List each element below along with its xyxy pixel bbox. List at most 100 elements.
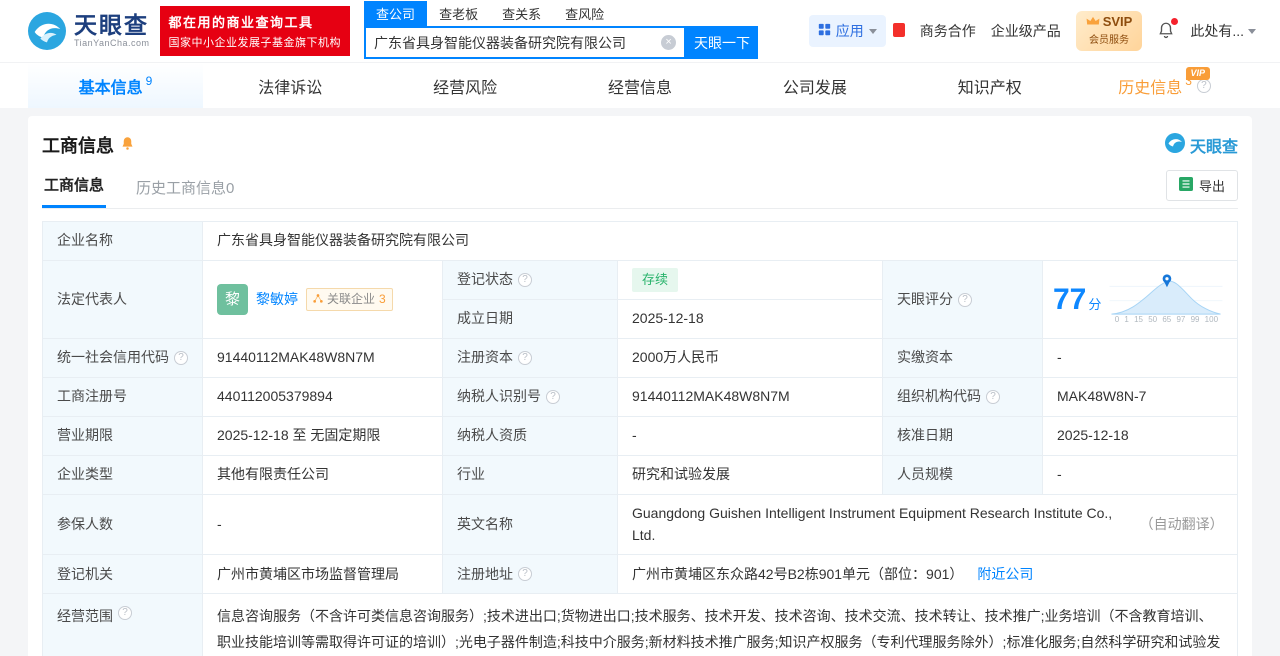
table-row: 工商注册号 440112005379894 纳税人识别号 91440112MAK…	[43, 378, 1237, 417]
tab-history-registration[interactable]: 历史工商信息0	[134, 169, 236, 208]
watermark-brand-name: 天眼查	[1189, 139, 1238, 156]
field-label-text: 经营范围	[57, 608, 113, 625]
user-name: 此处有...	[1190, 23, 1244, 39]
score-number: 77	[1053, 282, 1087, 316]
help-icon[interactable]	[518, 567, 532, 582]
tab-current-registration[interactable]: 工商信息	[42, 166, 107, 208]
help-icon[interactable]	[546, 390, 560, 404]
related-companies-count: 3	[379, 292, 386, 307]
field-taxpayer-id-value: 91440112MAK48W8N7M	[618, 378, 883, 417]
search-input[interactable]	[374, 34, 656, 51]
enterprise-products-link[interactable]: 企业级产品	[991, 21, 1061, 41]
legal-rep-name-link[interactable]: 黎敏婷	[256, 289, 298, 311]
search-box	[364, 26, 687, 59]
field-company-name-label: 企业名称	[43, 222, 203, 261]
nearby-companies-link[interactable]: 附近公司	[977, 564, 1033, 586]
score-distribution-chart: 0 1 15 50 65 97 99 100	[1107, 272, 1225, 326]
field-credit-code-value: 91440112MAK48W8N7M	[203, 339, 443, 378]
search-tab-relation[interactable]: 查关系	[490, 1, 553, 26]
field-insured-count-value: -	[203, 495, 443, 556]
field-staff-size-value: -	[1043, 456, 1237, 495]
header-right-menu: 应用 商务合作 企业级产品 SVIP 会员服务 此处有...	[808, 11, 1256, 51]
tab-label: 经营信息	[608, 79, 673, 97]
vip-badge: VIP	[1185, 67, 1211, 80]
auto-translate-note: （自动翻译）	[1139, 515, 1224, 532]
table-row: 经营范围 信息咨询服务（不含许可类信息咨询服务）;技术进出口;货物进出口;技术服…	[43, 594, 1237, 656]
tab-business-info[interactable]: 经营信息	[553, 63, 728, 108]
watermark-logo: 天眼查	[1164, 132, 1238, 158]
svip-sublabel: 会员服务	[1089, 35, 1130, 47]
user-menu[interactable]: 此处有...	[1190, 21, 1256, 41]
svip-badge[interactable]: SVIP 会员服务	[1075, 11, 1143, 51]
score-unit: 分	[1088, 297, 1102, 313]
table-row: 法定代表人 黎 黎敏婷 关联企业 3 登记状态 ? 存续 成立日期 2025-1…	[43, 261, 1237, 339]
enterprise-products-label: 企业级产品	[990, 23, 1061, 39]
tab-company-development[interactable]: 公司发展	[727, 63, 902, 108]
tab-basic-info[interactable]: 基本信息 9	[28, 63, 203, 108]
field-business-scope-value: 信息咨询服务（不含许可类信息咨询服务）;技术进出口;货物进出口;技术服务、技术开…	[203, 594, 1237, 656]
help-icon[interactable]	[1196, 78, 1211, 93]
field-paid-capital-label: 实缴资本	[883, 339, 1043, 378]
field-reg-status-label: 登记状态	[443, 261, 618, 300]
search-button[interactable]: 天眼一下	[686, 26, 759, 59]
page-content: 工商信息 天眼查 工商信息 历史工商信息0 导出 企业名称 广东省具身智能仪器装…	[0, 108, 1280, 656]
table-row: 企业类型 其他有限责任公司 行业 研究和试验发展 人员规模 -	[43, 456, 1237, 495]
promo-badge	[892, 23, 905, 38]
business-coop-label: 商务合作	[919, 23, 976, 39]
help-icon[interactable]	[174, 351, 188, 365]
crown-icon	[1086, 14, 1100, 30]
help-icon[interactable]	[518, 351, 532, 365]
related-companies-label: 关联企业	[327, 292, 376, 307]
field-company-type-value: 其他有限责任公司	[203, 456, 443, 495]
export-label: 导出	[1198, 179, 1225, 194]
status-badge: 存续	[632, 267, 679, 293]
chevron-down-icon	[868, 28, 877, 34]
field-reg-authority-value: 广州市黄埔区市场监督管理局	[203, 555, 443, 595]
tab-legal-litigation[interactable]: 法律诉讼	[203, 63, 378, 108]
business-coop-link[interactable]: 商务合作	[920, 21, 976, 41]
business-info-card: 工商信息 天眼查 工商信息 历史工商信息0 导出 企业名称 广东省具身智能仪器装…	[28, 116, 1252, 656]
field-legal-rep-label: 法定代表人	[43, 261, 203, 339]
search-tab-boss[interactable]: 查老板	[427, 1, 490, 26]
table-row: 统一社会信用代码 91440112MAK48W8N7M 注册资本 2000万人民…	[43, 339, 1237, 378]
notification-dot	[1171, 17, 1179, 25]
field-reg-capital-value: 2000万人民币	[618, 339, 883, 378]
help-icon[interactable]	[118, 606, 132, 621]
help-icon[interactable]	[958, 292, 972, 307]
field-label-text: 统一社会信用代码	[57, 349, 169, 366]
notifications-bell[interactable]	[1157, 17, 1179, 42]
tab-history-info[interactable]: 历史信息 3 VIP	[1077, 63, 1252, 108]
related-companies-badge[interactable]: 关联企业 3	[306, 288, 393, 311]
field-taxpayer-id-label: 纳税人识别号	[443, 378, 618, 417]
chevron-down-icon	[1248, 28, 1256, 34]
apps-grid-icon	[818, 23, 831, 39]
field-reg-number-label: 工商注册号	[43, 378, 203, 417]
search-tab-company[interactable]: 查公司	[364, 1, 428, 26]
field-label-text: 纳税人识别号	[457, 388, 541, 405]
help-icon[interactable]	[518, 273, 532, 287]
tab-label: 公司发展	[782, 79, 847, 97]
slogan-line1: 都在用的商业查询工具	[168, 15, 314, 30]
field-company-type-label: 企业类型	[43, 456, 203, 495]
field-business-term-label: 营业期限	[43, 417, 203, 456]
field-label-text: 注册地址	[457, 565, 513, 582]
section-tabs: 工商信息 历史工商信息0 导出	[42, 166, 1238, 209]
apps-label: 应用	[835, 23, 864, 39]
tab-intellectual-property[interactable]: 知识产权	[902, 63, 1077, 108]
legal-rep-avatar[interactable]: 黎	[217, 284, 248, 315]
field-approval-date-value: 2025-12-18	[1043, 417, 1237, 456]
field-establish-date-label: 成立日期	[443, 300, 618, 339]
field-reg-address-label: 注册地址	[443, 555, 618, 595]
apps-menu[interactable]: 应用	[808, 15, 886, 47]
top-header: 天眼查 TianYanCha.com 都在用的商业查询工具 国家中小企业发展子基…	[0, 0, 1280, 62]
search-tab-risk[interactable]: 查风险	[553, 1, 616, 26]
tab-operational-risk[interactable]: 经营风险	[378, 63, 553, 108]
help-icon[interactable]	[986, 390, 1000, 404]
subscribe-bell-icon[interactable]	[120, 135, 135, 156]
field-reg-address-value: 广州市黄埔区东众路42号B2栋901单元（部位：901） 附近公司	[618, 555, 1237, 595]
field-staff-size-label: 人员规模	[883, 456, 1043, 495]
tianyancha-logo[interactable]: 天眼查 TianYanCha.com	[28, 12, 150, 50]
export-button[interactable]: 导出	[1165, 170, 1238, 201]
clear-icon[interactable]	[661, 35, 677, 50]
tab-label: 知识产权	[957, 79, 1022, 97]
